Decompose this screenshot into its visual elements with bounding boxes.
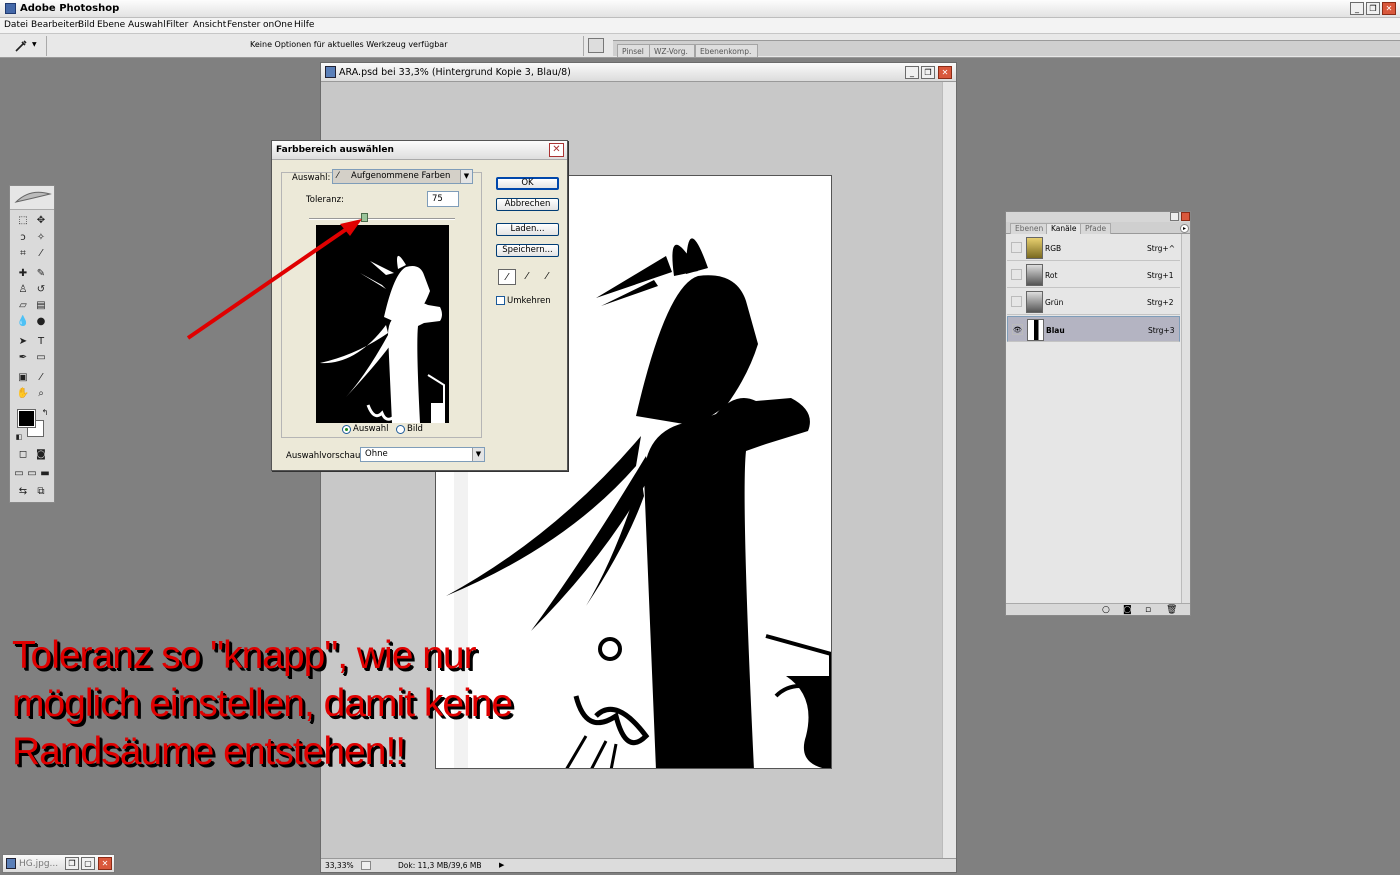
annotation-line-2: möglich einstellen, damit keine: [12, 682, 513, 725]
annotation-text: Toleranz so "knapp", wie nur möglich ein…: [12, 632, 513, 776]
annotation-line-3: Randsäume entstehen!!: [12, 730, 406, 773]
annotation-line-1: Toleranz so "knapp", wie nur: [12, 634, 477, 677]
